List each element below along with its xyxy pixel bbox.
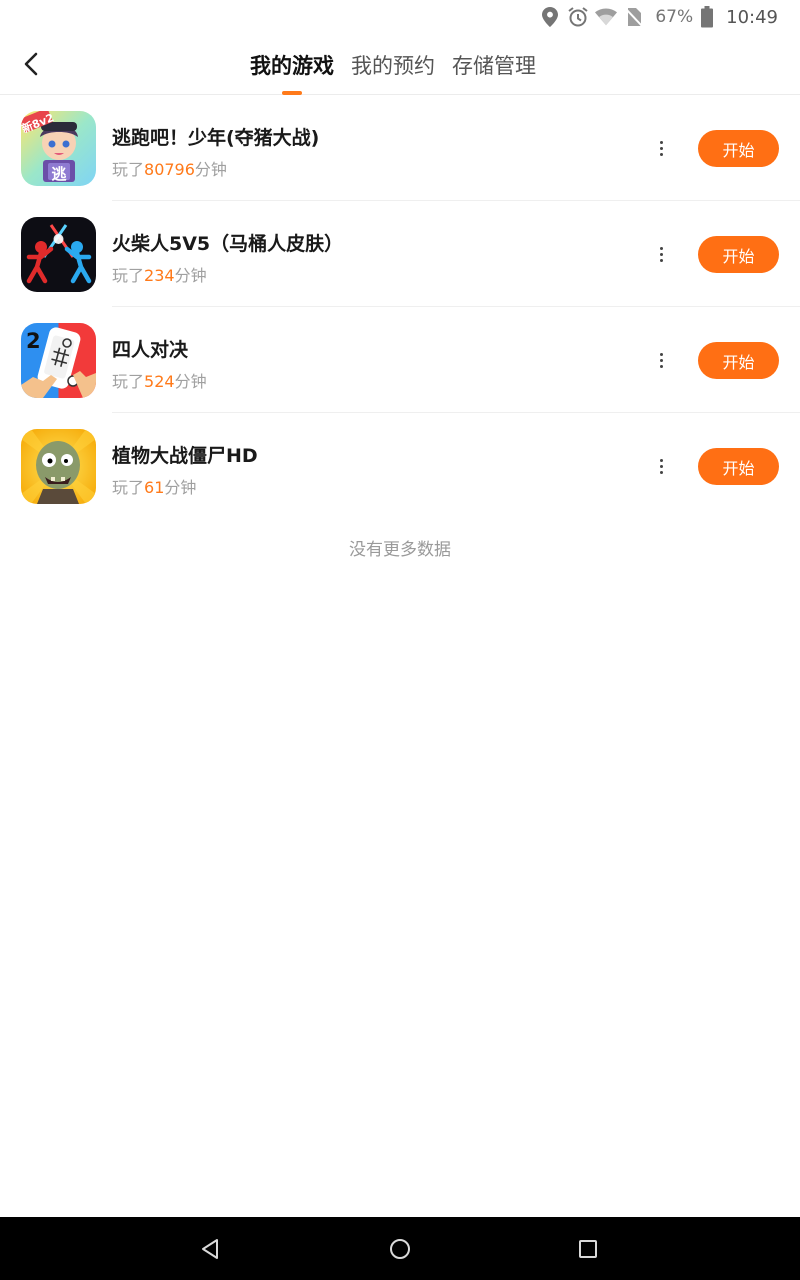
- nav-back-icon[interactable]: [195, 1234, 225, 1264]
- start-button[interactable]: 开始: [698, 236, 779, 273]
- game-title[interactable]: 四人对决: [112, 335, 188, 362]
- tab-label: 存储管理: [452, 53, 536, 78]
- play-time: 玩了234分钟: [112, 262, 207, 286]
- game-title[interactable]: 逃跑吧！少年(夺猪大战): [112, 123, 319, 150]
- game-list-item[interactable]: 2 四人对决 玩了524分钟 开始: [0, 307, 800, 413]
- game-list-item[interactable]: 植物大战僵尸HD 玩了61分钟 开始: [0, 413, 800, 519]
- escape-game-icon[interactable]: 新8v2 逃: [21, 111, 96, 186]
- play-time-unit: 分钟: [174, 266, 207, 285]
- game-title[interactable]: 植物大战僵尸HD: [112, 441, 258, 468]
- play-time-prefix: 玩了: [112, 372, 145, 391]
- play-time-unit: 分钟: [194, 160, 227, 179]
- icon-glyph-text: 2: [26, 329, 41, 353]
- game-list-item[interactable]: 火柴人5V5（马桶人皮肤） 玩了234分钟 开始: [0, 201, 800, 307]
- nav-home-icon[interactable]: [385, 1234, 415, 1264]
- status-time: 10:49: [726, 6, 778, 28]
- start-button[interactable]: 开始: [698, 130, 779, 167]
- tab-my-reservations[interactable]: 我的预约: [351, 34, 435, 95]
- wifi-icon: [595, 6, 618, 28]
- play-time: 玩了80796分钟: [112, 156, 227, 180]
- stickman-game-icon[interactable]: [21, 217, 96, 292]
- tab-label: 我的预约: [351, 53, 435, 78]
- more-options-icon[interactable]: [650, 346, 672, 374]
- play-time-minutes: 234: [144, 266, 175, 285]
- system-nav-bar: [0, 1217, 800, 1280]
- alarm-icon: [567, 6, 589, 28]
- play-time-prefix: 玩了: [112, 160, 145, 179]
- back-arrow-icon: [24, 52, 38, 76]
- more-options-icon[interactable]: [650, 240, 672, 268]
- start-button[interactable]: 开始: [698, 448, 779, 485]
- tab-label: 我的游戏: [250, 53, 334, 78]
- tab-storage-management[interactable]: 存储管理: [452, 34, 536, 95]
- no-sim-icon: [623, 6, 645, 28]
- zombie-game-icon[interactable]: [21, 429, 96, 504]
- icon-glyph-text: 逃: [51, 165, 67, 183]
- play-time-minutes: 80796: [144, 160, 195, 179]
- top-header: 我的游戏 我的预约 存储管理: [0, 34, 800, 95]
- play-time-unit: 分钟: [164, 478, 197, 497]
- more-options-icon[interactable]: [650, 134, 672, 162]
- game-title[interactable]: 火柴人5V5（马桶人皮肤）: [112, 229, 343, 256]
- play-time-minutes: 524: [144, 372, 175, 391]
- play-time: 玩了524分钟: [112, 368, 207, 392]
- back-button[interactable]: [14, 46, 50, 82]
- play-time: 玩了61分钟: [112, 474, 196, 498]
- play-time-unit: 分钟: [174, 372, 207, 391]
- play-time-minutes: 61: [144, 478, 165, 497]
- battery-percentage: 67%: [655, 7, 694, 27]
- status-bar: 67% 10:49: [0, 0, 800, 34]
- play-time-prefix: 玩了: [112, 266, 145, 285]
- more-options-icon[interactable]: [650, 452, 672, 480]
- tab-my-games[interactable]: 我的游戏: [250, 34, 334, 95]
- location-icon: [539, 6, 561, 28]
- battery-icon: [696, 6, 718, 28]
- no-more-data-text: 没有更多数据: [349, 540, 451, 560]
- tab-bar: 我的游戏 我的预约 存储管理: [250, 34, 553, 95]
- four-player-game-icon[interactable]: 2: [21, 323, 96, 398]
- nav-recents-icon[interactable]: [573, 1234, 603, 1264]
- game-list: 新8v2 逃 逃跑吧！少年(夺猪大战) 玩了80796分钟 开始 火柴人5V5（…: [0, 95, 800, 519]
- game-list-item[interactable]: 新8v2 逃 逃跑吧！少年(夺猪大战) 玩了80796分钟 开始: [0, 95, 800, 201]
- play-time-prefix: 玩了: [112, 478, 145, 497]
- start-button[interactable]: 开始: [698, 342, 779, 379]
